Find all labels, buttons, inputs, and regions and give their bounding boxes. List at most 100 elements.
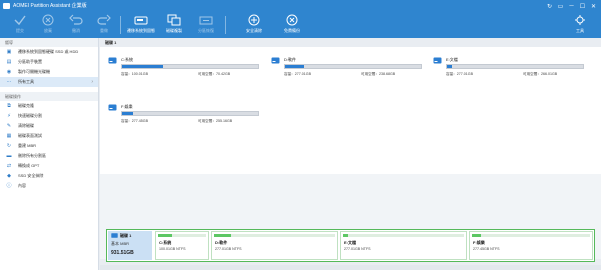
secure-erase-label: 安全清除 xyxy=(246,28,262,33)
sidebar-item-delete-all[interactable]: ▬ 刪除所有分割區 xyxy=(0,151,98,161)
sidebar-item-wipe-disk[interactable]: ✎ 清除磁碟 xyxy=(0,121,98,131)
sidebar-item-surface-test[interactable]: ▦ 磁碟表面測試 xyxy=(0,131,98,141)
map-partition-info: 100.01GB NTFS xyxy=(159,247,186,251)
maximize-button[interactable]: ☐ xyxy=(578,2,587,10)
partition-cards: C:系統 容量：100.01GB 可用空間：70.42GB D:軟件 容量：27… xyxy=(100,47,601,174)
sidebar-item-label: 清除磁碟 xyxy=(18,123,34,128)
capacity-label: 容量： xyxy=(121,119,132,123)
map-usage-bar xyxy=(158,234,206,237)
close-button[interactable]: ✕ xyxy=(589,2,598,10)
migrate-ssd-label: 遷移系統到固態 xyxy=(127,28,155,33)
redo-label: 重做 xyxy=(100,28,108,33)
sidebar-item-partition-assistant[interactable]: ▤ 分區助手裝置 xyxy=(0,57,98,67)
undo-label: 撤消 xyxy=(72,28,80,33)
map-usage-bar xyxy=(472,234,590,237)
disk-icon xyxy=(111,233,118,238)
sidebar-item-label: 轉換成 GPT xyxy=(18,163,40,168)
sidebar-item-ssd-erase[interactable]: ◆ SSD 安全抹除 xyxy=(0,171,98,181)
partition-card-c[interactable]: C:系統 容量：100.01GB 可用空間：70.42GB xyxy=(108,55,260,85)
disk-info-block[interactable]: 磁碟 1 基本 MBR 931.51GB xyxy=(108,231,152,260)
apply-button[interactable]: 提交 xyxy=(6,14,34,36)
partition-card-f[interactable]: F:娛樂 容量：277.45GB 可用空間：255.16GB xyxy=(108,102,260,132)
sidebar-item-label: 重建 MBR xyxy=(18,143,36,148)
capacity-value: 277.01GB xyxy=(294,72,311,76)
title-bar: AOMEI Partition Assistant 企業版 ↻ ▭ ─ ☐ ✕ xyxy=(0,0,601,12)
disk-copy-button[interactable]: 磁碟複製 xyxy=(160,14,188,36)
partition-recovery-button[interactable]: 分區恢復 xyxy=(192,14,220,36)
refresh-button[interactable]: ↻ xyxy=(545,2,554,10)
sidebar-item-migrate-os[interactable]: ▣ 遷移系統到固態硬碟 SSD 或 HDD xyxy=(0,47,98,57)
disk-copy-icon xyxy=(167,14,181,26)
map-partition-d[interactable]: D:軟件 277.01GB NTFS xyxy=(211,231,338,260)
undo-button[interactable]: 撤消 xyxy=(62,14,90,36)
map-partition-c[interactable]: C:系統 100.01GB NTFS xyxy=(155,231,209,260)
delete-all-icon: ▬ xyxy=(6,153,12,159)
chevron-right-icon: › xyxy=(91,79,93,85)
redo-button[interactable]: 重做 xyxy=(90,14,118,36)
sidebar-item-convert-gpt[interactable]: ⇄ 轉換成 GPT xyxy=(0,161,98,171)
usage-bar xyxy=(284,64,422,69)
sidebar-item-label: 磁碟克隆 xyxy=(18,103,34,108)
tools-button[interactable]: 工具 xyxy=(566,14,594,36)
capacity-text: 容量：277.01GB xyxy=(446,72,473,77)
secure-erase-button[interactable]: 安全清除 xyxy=(240,14,268,36)
capacity-label: 容量： xyxy=(121,72,132,76)
sidebar-item-label: 遷移系統到固態硬碟 SSD 或 HDD xyxy=(18,49,79,54)
sidebar-item-all-tools[interactable]: ⋯ 所有工具 › xyxy=(0,77,98,87)
toolbar: 提交 放棄 撤消 重做 遷移系統到固態 磁碟複製 分區恢復 安全清除 免費備份 … xyxy=(0,12,601,38)
free-space-text: 可用空間：238.68GB xyxy=(361,72,395,77)
toolbar-divider xyxy=(225,16,226,34)
rebuild-icon: ↻ xyxy=(6,143,12,149)
capacity-label: 容量： xyxy=(446,72,457,76)
usage-bar xyxy=(446,64,584,69)
partition-icon: ▤ xyxy=(6,59,12,65)
partition-name: E:文檔 xyxy=(446,57,458,62)
drive-icon xyxy=(108,104,117,111)
partition-card-e[interactable]: E:文檔 容量：277.01GB 可用空間：266.01GB xyxy=(433,55,585,85)
free-space-text: 可用空間：70.42GB xyxy=(198,72,230,77)
plus-circle-icon xyxy=(248,14,260,26)
free-label: 可用空間： xyxy=(198,72,216,76)
app-logo-icon xyxy=(3,3,10,9)
free-backup-button[interactable]: 免費備份 xyxy=(278,14,306,36)
erase-icon: ✎ xyxy=(6,123,12,129)
ssd-migrate-icon xyxy=(134,16,148,25)
disk-header: 磁碟 1 xyxy=(100,38,601,47)
map-partition-f[interactable]: F:娛樂 277.45GB NTFS xyxy=(469,231,593,260)
sidebar-item-label: 所有工具 xyxy=(18,79,34,84)
tools-label: 工具 xyxy=(576,28,584,33)
minimize-button[interactable]: ─ xyxy=(567,2,576,10)
discard-button[interactable]: 放棄 xyxy=(34,14,62,36)
sidebar-item-rebuild-mbr[interactable]: ↻ 重建 MBR xyxy=(0,141,98,151)
map-partition-name: D:軟件 xyxy=(215,240,228,245)
main-panel: 磁碟 1 C:系統 容量：100.01GB 可用空間：70.42GB D:軟件 … xyxy=(100,38,601,270)
usage-bar-fill xyxy=(285,65,305,68)
sidebar-item-bootable-media[interactable]: ◉ 製作可開機光碟機 xyxy=(0,67,98,77)
redo-icon xyxy=(97,14,111,25)
discard-label: 放棄 xyxy=(44,28,52,33)
menu-button[interactable]: ▭ xyxy=(556,2,565,10)
migrate-ssd-button[interactable]: 遷移系統到固態 xyxy=(124,14,158,36)
disk-name: 磁碟 1 xyxy=(120,233,132,238)
surface-test-icon: ▦ xyxy=(6,133,12,139)
capacity-text: 容量：277.45GB xyxy=(121,119,148,124)
sidebar-item-label: SSD 安全抹除 xyxy=(18,173,44,178)
info-icon: ⓘ xyxy=(6,183,12,189)
drive-icon xyxy=(108,57,117,64)
free-value: 238.68GB xyxy=(378,72,396,76)
disk-map[interactable]: 磁碟 1 基本 MBR 931.51GB C:系統 100.01GB NTFS … xyxy=(106,229,595,262)
tools-icon xyxy=(575,15,585,25)
sidebar-item-properties[interactable]: ⓘ 內容 xyxy=(0,181,98,191)
sidebar-item-label: 刪除所有分割區 xyxy=(18,153,46,158)
sidebar-item-quick-partition[interactable]: ⚡ 快速磁碟分割 xyxy=(0,111,98,121)
partition-name: C:系統 xyxy=(121,57,133,62)
capacity-label: 容量： xyxy=(284,72,295,76)
migrate-icon: ▣ xyxy=(6,49,12,55)
drive-icon xyxy=(271,57,280,64)
map-partition-name: F:娛樂 xyxy=(473,240,485,245)
sidebar-item-disk-clone[interactable]: ⧉ 磁碟克隆 xyxy=(0,101,98,111)
tools-icon: ⋯ xyxy=(6,79,12,85)
disk-type: 基本 MBR xyxy=(111,241,129,246)
partition-card-d[interactable]: D:軟件 容量：277.01GB 可用空間：238.68GB xyxy=(271,55,423,85)
map-partition-e[interactable]: E:文檔 277.01GB NTFS xyxy=(340,231,467,260)
